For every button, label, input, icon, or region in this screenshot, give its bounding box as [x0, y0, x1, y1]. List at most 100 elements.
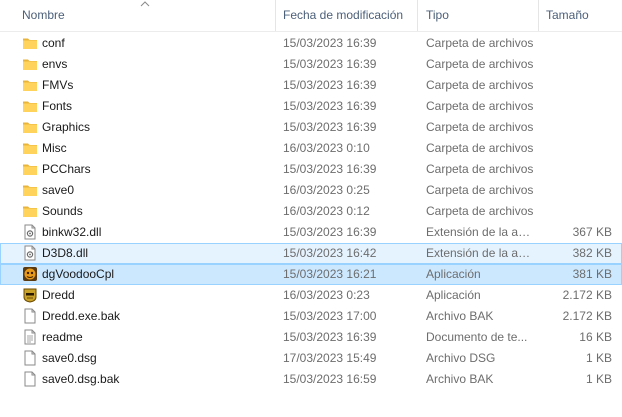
file-size	[536, 138, 612, 159]
file-row[interactable]: Misc 16/03/2023 0:10 Carpeta de archivos	[0, 138, 622, 159]
file-date-modified: 15/03/2023 16:59	[283, 372, 377, 386]
column-header-name[interactable]: Nombre	[22, 0, 272, 31]
file-type: Archivo BAK	[426, 309, 494, 323]
file-row[interactable]: save0.dsg.bak 15/03/2023 16:59 Archivo BAK…	[0, 369, 622, 390]
file-date-modified: 16/03/2023 0:23	[283, 288, 370, 302]
file-row[interactable]: readme 15/03/2023 16:39 Documento de te...…	[0, 327, 622, 348]
column-header-size[interactable]: Tamaño	[546, 0, 616, 31]
dll-file-icon	[22, 224, 38, 240]
file-date-modified: 15/03/2023 16:39	[283, 36, 377, 50]
file-date-modified: 16/03/2023 0:25	[283, 183, 370, 197]
folder-icon	[22, 98, 38, 114]
file-size	[536, 117, 612, 138]
file-row[interactable]: Fonts 15/03/2023 16:39 Carpeta de archivos	[0, 96, 622, 117]
file-type: Carpeta de archivos	[426, 99, 534, 113]
file-date-modified: 15/03/2023 17:00	[283, 309, 377, 323]
file-type: Carpeta de archivos	[426, 120, 534, 134]
folder-icon	[22, 140, 38, 156]
file-date-modified: 15/03/2023 16:39	[283, 99, 377, 113]
file-type: Carpeta de archivos	[426, 57, 534, 71]
file-date-modified: 15/03/2023 16:39	[283, 120, 377, 134]
file-size: 1 KB	[585, 372, 612, 386]
file-name: D3D8.dll	[42, 246, 89, 260]
file-row[interactable]: Dredd 16/03/2023 0:23 Aplicación 2.172 KB	[0, 285, 622, 306]
file-name: Misc	[42, 141, 67, 155]
file-name: FMVs	[42, 78, 74, 92]
file-date-modified: 15/03/2023 16:39	[283, 330, 377, 344]
file-size: 2.172 KB	[562, 288, 612, 302]
file-row[interactable]: save0 16/03/2023 0:25 Carpeta de archivos	[0, 180, 622, 201]
file-size: 2.172 KB	[562, 309, 612, 323]
dll-file-icon	[22, 245, 38, 261]
column-header-date[interactable]: Fecha de modificación	[283, 0, 413, 31]
file-type: Archivo DSG	[426, 351, 496, 365]
file-row[interactable]: conf 15/03/2023 16:39 Carpeta de archivos	[0, 33, 622, 54]
file-name: PCChars	[42, 162, 91, 176]
folder-icon	[22, 161, 38, 177]
file-type: Documento de te...	[426, 330, 528, 344]
folder-icon	[22, 182, 38, 198]
file-type: Carpeta de archivos	[426, 78, 534, 92]
file-name: Graphics	[42, 120, 91, 134]
dgvoodoo-app-icon	[22, 266, 38, 282]
file-name: conf	[42, 36, 65, 50]
file-name: readme	[42, 330, 83, 344]
file-row[interactable]: binkw32.dll 15/03/2023 16:39 Extensión de …	[0, 222, 622, 243]
folder-icon	[22, 56, 38, 72]
file-name: envs	[42, 57, 68, 71]
folder-icon	[22, 35, 38, 51]
column-divider[interactable]	[275, 0, 276, 31]
file-size: 381 KB	[572, 267, 612, 281]
file-size: 1 KB	[585, 351, 612, 365]
file-type: Extensión de la ap...	[426, 246, 534, 260]
file-row[interactable]: PCChars 15/03/2023 16:39 Carpeta de archiv…	[0, 159, 622, 180]
file-size: 367 KB	[572, 225, 612, 239]
file-name: Dredd	[42, 288, 75, 302]
file-date-modified: 15/03/2023 16:39	[283, 225, 377, 239]
column-divider[interactable]	[538, 0, 539, 31]
file-row[interactable]: D3D8.dll 15/03/2023 16:42 Extensión de la …	[0, 243, 622, 264]
text-file-icon	[22, 329, 38, 345]
file-date-modified: 16/03/2023 0:12	[283, 204, 370, 218]
file-row[interactable]: FMVs 15/03/2023 16:39 Carpeta de archivos	[0, 75, 622, 96]
column-header-type[interactable]: Tipo	[426, 0, 526, 31]
file-size	[536, 96, 612, 117]
file-row[interactable]: save0.dsg 17/03/2023 15:49 Archivo DSG 1 KB	[0, 348, 622, 369]
file-date-modified: 15/03/2023 16:39	[283, 78, 377, 92]
dredd-app-icon	[22, 287, 38, 303]
file-row[interactable]: Dredd.exe.bak 15/03/2023 17:00 Archivo BAK…	[0, 306, 622, 327]
file-date-modified: 15/03/2023 16:39	[283, 57, 377, 71]
file-size	[536, 33, 612, 54]
file-size: 382 KB	[572, 246, 612, 260]
file-type: Carpeta de archivos	[426, 204, 534, 218]
file-name: save0.dsg	[42, 351, 97, 365]
column-header-bar: Nombre Fecha de modificación Tipo Tamaño	[0, 0, 622, 32]
file-size	[536, 180, 612, 201]
file-name: Dredd.exe.bak	[42, 309, 121, 323]
file-name: binkw32.dll	[42, 225, 102, 239]
file-row[interactable]: Graphics 15/03/2023 16:39 Carpeta de archi…	[0, 117, 622, 138]
file-type: Carpeta de archivos	[426, 141, 534, 155]
file-name: save0.dsg.bak	[42, 372, 120, 386]
blank-file-icon	[22, 350, 38, 366]
column-divider[interactable]	[417, 0, 418, 31]
file-row[interactable]: dgVoodooCpl 15/03/2023 16:21 Aplicación 381…	[0, 264, 622, 285]
file-explorer-list: Nombre Fecha de modificación Tipo Tamaño…	[0, 0, 622, 417]
file-date-modified: 15/03/2023 16:21	[283, 267, 377, 281]
folder-icon	[22, 119, 38, 135]
file-size: 16 KB	[579, 330, 612, 344]
file-date-modified: 17/03/2023 15:49	[283, 351, 377, 365]
file-size	[536, 54, 612, 75]
file-date-modified: 15/03/2023 16:42	[283, 246, 377, 260]
file-size	[536, 159, 612, 180]
file-type: Aplicación	[426, 288, 481, 302]
file-list: conf 15/03/2023 16:39 Carpeta de archivos e…	[0, 33, 622, 390]
file-name: dgVoodooCpl	[42, 267, 115, 281]
file-size	[536, 201, 612, 222]
file-row[interactable]: envs 15/03/2023 16:39 Carpeta de archivos	[0, 54, 622, 75]
blank-file-icon	[22, 371, 38, 387]
folder-icon	[22, 203, 38, 219]
file-name: Fonts	[42, 99, 73, 113]
file-type: Archivo BAK	[426, 372, 494, 386]
file-row[interactable]: Sounds 16/03/2023 0:12 Carpeta de archivos	[0, 201, 622, 222]
